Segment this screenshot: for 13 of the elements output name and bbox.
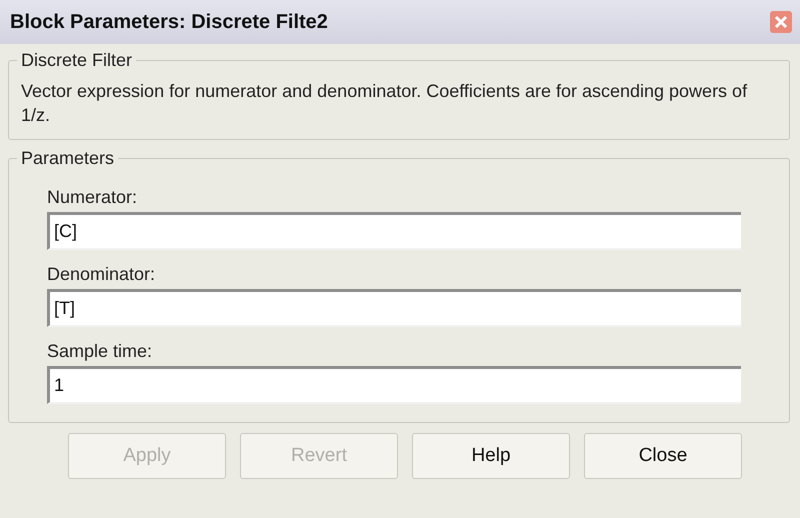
input-field[interactable]: 1 — [47, 366, 741, 404]
input-field[interactable]: [C] — [47, 212, 741, 250]
close-icon[interactable] — [770, 11, 792, 33]
input-field[interactable]: [T] — [47, 289, 741, 327]
window-title: Block Parameters: Discrete Filte2 — [10, 10, 328, 34]
dialog-button[interactable]: Close — [584, 433, 742, 479]
description-text: Vector expression for numerator and denominator. Coefficients are for ascending powers of 1/z. — [21, 80, 748, 127]
group-title: Discrete Filter — [20, 50, 134, 71]
dialog-button[interactable]: Help — [412, 433, 570, 479]
group-title: Parameters — [20, 148, 116, 169]
field-label: Sample time: — [47, 341, 154, 362]
field-label: Denominator: — [47, 264, 156, 285]
field-label: Numerator: — [47, 187, 138, 208]
